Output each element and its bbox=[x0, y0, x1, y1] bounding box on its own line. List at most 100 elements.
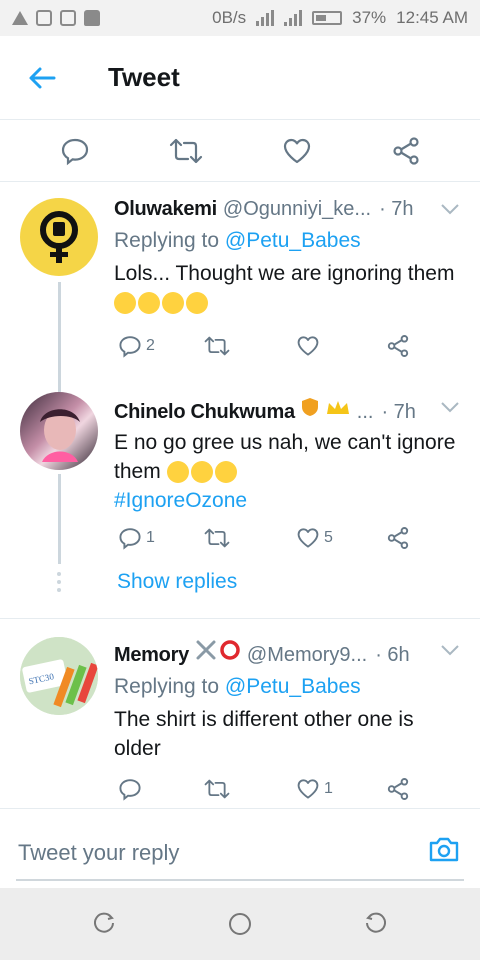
retweet-icon bbox=[204, 779, 230, 799]
status-left-icons bbox=[12, 10, 100, 26]
replying-to: Replying to @Petu_Babes bbox=[114, 229, 466, 253]
share-button[interactable] bbox=[386, 334, 410, 358]
laughing-emoji-icon bbox=[190, 461, 213, 484]
reply-composer bbox=[0, 808, 480, 888]
sim-icon bbox=[60, 10, 76, 26]
reply-tweet[interactable]: STC30 Memory @Memory9... · 6h Replying t… bbox=[0, 619, 480, 808]
author-handle[interactable]: @Ogunniyi_ke... bbox=[223, 198, 371, 221]
main-tweet-actions bbox=[0, 120, 480, 182]
like-icon bbox=[297, 336, 319, 356]
reply-icon[interactable] bbox=[60, 136, 90, 166]
heart-eyes-emoji-icon bbox=[138, 292, 160, 315]
like-button[interactable]: 1 bbox=[296, 778, 333, 800]
battery-percent: 37% bbox=[352, 8, 387, 27]
network-speed: 0B/s bbox=[212, 8, 247, 27]
share-icon bbox=[387, 335, 409, 357]
author-name[interactable]: Oluwakemi bbox=[114, 198, 217, 221]
back-nav-icon[interactable] bbox=[362, 912, 386, 936]
like-count: 1 bbox=[324, 780, 333, 797]
avatar[interactable] bbox=[20, 392, 98, 470]
like-button[interactable] bbox=[296, 335, 324, 357]
home-icon[interactable] bbox=[227, 911, 253, 937]
hashtag-link[interactable]: #IgnoreOzone bbox=[114, 486, 466, 515]
reply-tweet[interactable]: Oluwakemi @Ogunniyi_ke... · 7h Replying … bbox=[0, 182, 480, 372]
reply-count: 1 bbox=[146, 529, 155, 546]
profile-photo bbox=[40, 409, 80, 462]
emoji-group bbox=[166, 461, 237, 484]
thread-line bbox=[58, 282, 61, 372]
tweet-actions: 1 bbox=[114, 775, 414, 803]
share-icon bbox=[387, 527, 409, 549]
reply-input[interactable] bbox=[18, 833, 398, 873]
cell-signal-icon bbox=[284, 10, 303, 26]
top-app-bar: Tweet bbox=[0, 36, 480, 120]
image-icon bbox=[36, 10, 52, 26]
author-name[interactable]: Memory bbox=[114, 644, 189, 667]
thread-line bbox=[58, 474, 61, 564]
chevron-down-icon[interactable] bbox=[440, 400, 460, 419]
retweet-icon[interactable] bbox=[169, 137, 203, 165]
red-circle-emoji-icon bbox=[219, 639, 241, 661]
tweet-body: Lols... Thought we are ignoring them bbox=[114, 262, 455, 285]
camera-icon[interactable] bbox=[428, 835, 460, 863]
laughing-emoji-icon bbox=[114, 292, 136, 315]
heart-eyes-emoji-icon bbox=[186, 292, 208, 315]
thread-dots bbox=[57, 572, 61, 592]
heart-eyes-emoji-icon bbox=[162, 292, 184, 315]
arrow-left-icon bbox=[28, 66, 56, 90]
reply-tweet[interactable]: Chinelo Chukwuma ... · 7h E no go gree u… bbox=[0, 372, 480, 564]
swords-emoji-icon bbox=[195, 639, 217, 661]
like-button[interactable]: 5 bbox=[296, 527, 333, 549]
retweet-icon bbox=[204, 528, 230, 548]
share-icon[interactable] bbox=[391, 136, 421, 166]
retweet-button[interactable] bbox=[204, 335, 230, 357]
avatar[interactable]: STC30 bbox=[20, 637, 98, 715]
thread-line bbox=[58, 372, 61, 392]
tweet-actions: 1 5 bbox=[114, 524, 414, 552]
retweet-icon bbox=[204, 336, 230, 356]
tweet-text: The shirt is different other one is olde… bbox=[114, 708, 414, 760]
like-icon[interactable] bbox=[282, 137, 312, 165]
chevron-down-icon[interactable] bbox=[440, 202, 460, 221]
author-name[interactable]: Chinelo Chukwuma bbox=[114, 401, 295, 424]
replying-prefix: Replying to bbox=[114, 229, 220, 252]
share-button[interactable] bbox=[386, 777, 410, 801]
recent-apps-icon[interactable] bbox=[94, 912, 118, 936]
share-icon bbox=[387, 778, 409, 800]
reply-button[interactable]: 2 bbox=[118, 334, 155, 358]
shield-emoji-icon bbox=[299, 396, 321, 418]
tweet-body: E no go gree us nah, we can't ignore the… bbox=[114, 431, 456, 483]
author-handle[interactable]: @Memory9... bbox=[247, 644, 367, 667]
crown-emoji-icon bbox=[325, 398, 351, 418]
status-bar: 0B/s 37% 12:45 AM bbox=[0, 0, 480, 36]
wifi-signal-icon bbox=[256, 10, 275, 26]
author-handle[interactable]: ... bbox=[357, 401, 374, 424]
reply-button[interactable]: 1 bbox=[118, 526, 155, 550]
page-title: Tweet bbox=[108, 62, 180, 92]
avatar[interactable] bbox=[20, 198, 98, 276]
show-replies-link[interactable]: Show replies bbox=[117, 570, 237, 594]
feminist-fist-icon bbox=[40, 211, 78, 263]
tweet-text: E no go gree us nah, we can't ignore the… bbox=[114, 428, 466, 515]
retweet-button[interactable] bbox=[204, 527, 230, 549]
reply-count: 2 bbox=[146, 337, 155, 354]
replying-prefix: Replying to bbox=[114, 675, 220, 698]
share-button[interactable] bbox=[386, 526, 410, 550]
mention-link[interactable]: @Petu_Babes bbox=[225, 229, 361, 252]
chevron-down-icon[interactable] bbox=[440, 643, 460, 662]
laughing-emoji-icon bbox=[166, 461, 189, 484]
battery-icon bbox=[312, 11, 343, 25]
replying-to: Replying to @Petu_Babes bbox=[114, 675, 466, 699]
tweet-actions: 2 bbox=[114, 332, 414, 360]
like-count: 5 bbox=[324, 529, 333, 546]
laughing-emoji-icon bbox=[214, 461, 237, 484]
tweet-time: · 7h bbox=[379, 198, 414, 220]
clock: 12:45 AM bbox=[396, 8, 468, 27]
retweet-button[interactable] bbox=[204, 778, 230, 800]
like-icon bbox=[297, 779, 319, 799]
warning-icon bbox=[12, 11, 28, 25]
back-button[interactable] bbox=[0, 66, 84, 90]
reply-button[interactable] bbox=[118, 777, 146, 801]
mention-link[interactable]: @Petu_Babes bbox=[225, 675, 361, 698]
reply-icon bbox=[119, 779, 141, 801]
